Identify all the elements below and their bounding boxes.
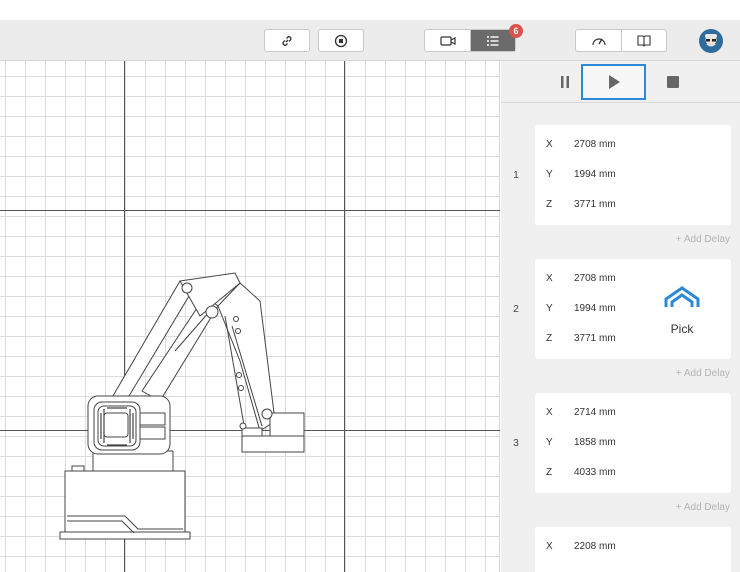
avatar-image — [705, 34, 717, 47]
program-panel: 1 X 2708 mm Y 1994 mm Z 3771 mm + Add Delay… — [501, 61, 740, 572]
coord-value: 2708 mm — [574, 273, 616, 284]
step-number: 3 — [513, 438, 519, 449]
step-number: 2 — [513, 304, 519, 315]
play-button[interactable] — [581, 64, 646, 100]
add-delay-button[interactable]: + Add Delay — [676, 502, 730, 513]
title-spacer — [0, 0, 740, 20]
record-button[interactable] — [318, 29, 364, 52]
step-card[interactable]: X 2708 mm Y 1994 mm Z 3771 mm Pick — [535, 259, 731, 359]
add-delay-button[interactable]: + Add Delay — [676, 234, 730, 245]
coord-value: 3771 mm — [574, 199, 616, 210]
coord-value: 1994 mm — [574, 169, 616, 180]
manual-button[interactable] — [621, 30, 666, 51]
coord-value: 3771 mm — [574, 333, 616, 344]
stop-icon — [667, 76, 679, 88]
coord-value: 2708 mm — [574, 139, 616, 150]
coord-value: 1994 mm — [574, 303, 616, 314]
camera-icon — [439, 35, 456, 46]
top-toolbar: 6 — [0, 20, 740, 61]
view-toggle-group: 6 — [424, 24, 523, 52]
list-icon — [487, 35, 499, 46]
robot-arm-drawing — [59, 272, 305, 540]
speed-button[interactable] — [576, 30, 621, 51]
step-number: 1 — [513, 170, 519, 181]
gripper-pick-icon — [664, 286, 700, 307]
play-icon — [608, 75, 620, 89]
camera-view-button[interactable] — [425, 30, 470, 51]
pick-label: Pick — [670, 322, 694, 336]
stop-button[interactable] — [661, 64, 685, 100]
workspace-canvas[interactable] — [0, 61, 500, 572]
list-view-button[interactable]: 6 — [470, 24, 523, 51]
coord-value: 4033 mm — [574, 467, 616, 478]
speedometer-icon — [592, 37, 606, 45]
pause-button[interactable] — [553, 64, 577, 100]
playback-controls — [501, 61, 740, 103]
book-icon — [637, 34, 651, 47]
pick-action[interactable]: Pick — [655, 285, 709, 336]
coord-value: 2208 mm — [574, 541, 616, 552]
user-avatar[interactable] — [699, 29, 723, 53]
list-count-badge: 6 — [509, 24, 523, 38]
step-card[interactable]: X 2714 mm Y 1858 mm Z 4033 mm — [535, 393, 731, 493]
step-card[interactable]: X 2708 mm Y 1994 mm Z 3771 mm — [535, 125, 731, 225]
pause-icon — [561, 76, 569, 88]
coord-value: 1858 mm — [574, 437, 616, 448]
tools-group — [575, 29, 667, 52]
stop-circle-icon — [334, 34, 348, 47]
add-delay-button[interactable]: + Add Delay — [676, 368, 730, 379]
step-card[interactable]: X 2208 mm — [535, 527, 731, 572]
link-button[interactable] — [264, 29, 310, 52]
link-icon — [282, 35, 292, 46]
coord-value: 2714 mm — [574, 407, 616, 418]
